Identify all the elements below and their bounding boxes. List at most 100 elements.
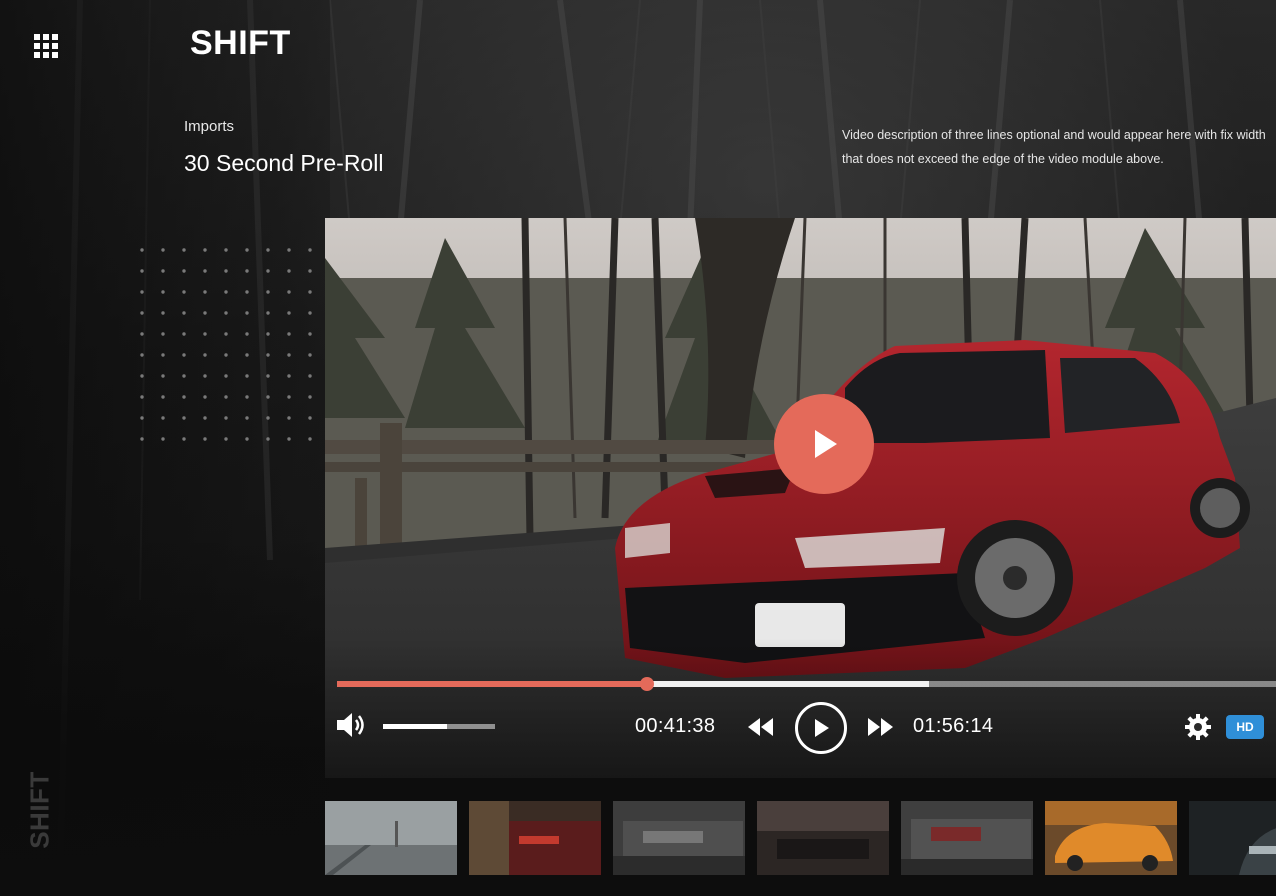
decor-dot — [182, 248, 186, 252]
volume-icon[interactable] — [335, 710, 369, 740]
decor-dot — [203, 311, 207, 315]
decor-dot — [308, 311, 312, 315]
decor-dot — [182, 374, 186, 378]
video-description: Video description of three lines optiona… — [842, 123, 1276, 171]
decor-dot — [308, 395, 312, 399]
decor-dot — [161, 353, 165, 357]
fast-forward-button[interactable] — [865, 714, 895, 740]
decor-dot — [140, 332, 144, 336]
decor-dot — [140, 353, 144, 357]
decor-dot — [245, 353, 249, 357]
hd-quality-badge[interactable]: HD — [1226, 715, 1264, 739]
decor-dot — [287, 416, 291, 420]
decor-dot — [140, 437, 144, 441]
decor-dot — [224, 353, 228, 357]
video-player[interactable]: 00:41:38 01:56:14 HD — [325, 218, 1276, 778]
thumbnail-1[interactable] — [325, 801, 457, 875]
decor-dot — [140, 416, 144, 420]
decor-dot — [287, 374, 291, 378]
decor-dot — [245, 332, 249, 336]
thumbnail-7[interactable] — [1189, 801, 1276, 875]
decor-dot — [245, 290, 249, 294]
decor-dot — [224, 395, 228, 399]
decor-dot — [287, 332, 291, 336]
decor-dot — [266, 353, 270, 357]
big-play-button[interactable] — [774, 394, 874, 494]
decor-dot — [140, 311, 144, 315]
progress-handle[interactable] — [639, 677, 654, 691]
thumbnail-2[interactable] — [469, 801, 601, 875]
thumbnail-5[interactable] — [901, 801, 1033, 875]
decor-dot — [182, 437, 186, 441]
decor-dot — [161, 437, 165, 441]
thumbnail-4[interactable] — [757, 801, 889, 875]
decor-dot — [161, 332, 165, 336]
decor-dot — [182, 269, 186, 273]
decor-dot — [224, 290, 228, 294]
decor-dot — [308, 374, 312, 378]
total-time: 01:56:14 — [913, 715, 994, 737]
gear-icon — [1185, 714, 1211, 740]
decor-dot — [224, 248, 228, 252]
settings-button[interactable] — [1183, 712, 1213, 742]
decor-dot — [182, 416, 186, 420]
volume-slider[interactable] — [383, 724, 495, 729]
decor-dot — [245, 374, 249, 378]
decor-dot — [245, 269, 249, 273]
decor-dot — [161, 311, 165, 315]
decor-dot — [287, 395, 291, 399]
decor-dot — [161, 248, 165, 252]
play-icon — [815, 719, 829, 737]
progress-bar[interactable] — [337, 677, 1276, 691]
decor-dot — [266, 248, 270, 252]
decor-dot — [161, 269, 165, 273]
decor-dot — [266, 416, 270, 420]
video-title: 30 Second Pre-Roll — [184, 150, 384, 176]
rewind-icon — [748, 718, 773, 736]
decor-dot — [161, 395, 165, 399]
decor-dot — [161, 374, 165, 378]
grid-icon[interactable] — [34, 34, 58, 58]
decor-dot — [245, 437, 249, 441]
video-description-text: Video description of three lines optiona… — [842, 128, 1266, 166]
decor-dot — [245, 416, 249, 420]
decor-dot — [182, 290, 186, 294]
decor-dot — [308, 290, 312, 294]
decor-dot — [266, 290, 270, 294]
decor-dot — [287, 248, 291, 252]
decor-dot — [224, 374, 228, 378]
player-controls: 00:41:38 01:56:14 HD — [325, 702, 1276, 754]
rewind-button[interactable] — [746, 714, 776, 740]
decor-dot — [224, 269, 228, 273]
decor-dot — [287, 269, 291, 273]
decor-dot — [224, 416, 228, 420]
decor-dot — [308, 353, 312, 357]
decor-dot — [224, 332, 228, 336]
decor-dot — [266, 311, 270, 315]
current-time: 00:41:38 — [635, 715, 716, 737]
volume-level — [383, 724, 447, 729]
fast-forward-icon — [868, 718, 893, 736]
side-logo: SHIFT — [20, 760, 60, 860]
decor-dot — [245, 248, 249, 252]
side-logo-text: SHIFT — [24, 771, 55, 849]
app-logo[interactable]: SHIFT — [190, 24, 291, 63]
decor-dot — [182, 395, 186, 399]
decor-dot — [203, 353, 207, 357]
decor-dot — [308, 332, 312, 336]
section-label: Imports — [184, 118, 235, 135]
thumbnail-3[interactable] — [613, 801, 745, 875]
decor-dot — [266, 395, 270, 399]
thumbnail-6[interactable] — [1045, 801, 1177, 875]
decor-dot — [266, 374, 270, 378]
decor-dot — [140, 395, 144, 399]
decor-dot — [287, 353, 291, 357]
played-bar — [337, 681, 647, 687]
decor-dot — [245, 311, 249, 315]
decor-dot — [266, 269, 270, 273]
decor-dot — [140, 269, 144, 273]
thumbnail-strip — [325, 801, 1276, 875]
decor-dot — [308, 437, 312, 441]
play-button[interactable] — [795, 702, 847, 754]
decor-dot — [287, 311, 291, 315]
